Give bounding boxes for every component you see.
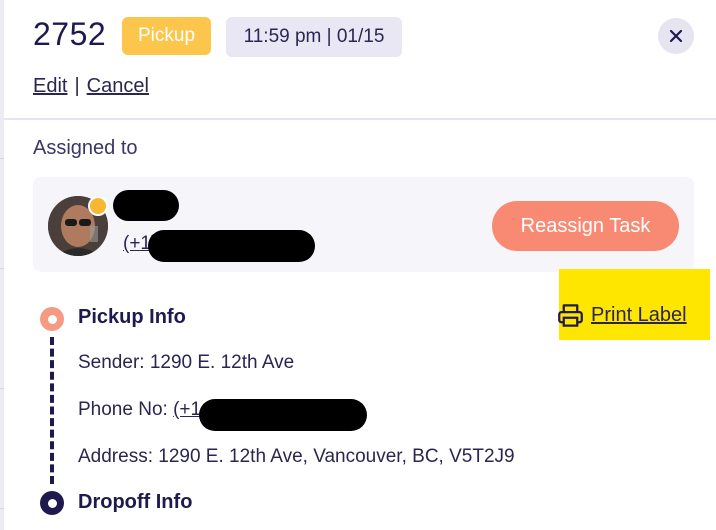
address-line: Address: 1290 E. 12th Ave, Vancouver, BC… [78,446,515,468]
task-actions: Edit | Cancel [33,75,149,98]
reassign-task-button[interactable]: Reassign Task [492,201,679,251]
action-separator: | [74,75,80,97]
phone-label: Phone No: [78,399,174,420]
timeline-connector [50,337,54,484]
pickup-info-title: Pickup Info [78,306,186,328]
address-label: Address: [78,446,159,467]
redacted-assignee-name [113,190,179,221]
cancel-link[interactable]: Cancel [87,75,149,97]
close-icon [669,29,683,43]
dropoff-info-title: Dropoff Info [78,491,193,513]
left-panel-edge [0,0,4,530]
pickup-timeline-dot [40,307,64,331]
task-type-badge: Pickup [122,17,211,55]
assigned-to-label: Assigned to [33,137,138,159]
redacted-assignee-phone [148,230,315,262]
order-id: 2752 [33,16,107,52]
header-divider [4,118,716,120]
print-label-link[interactable]: Print Label [557,302,687,329]
phone-line: Phone No: (+1 [78,399,201,421]
print-label-text: Print Label [591,304,687,326]
sender-line: Sender: 1290 E. 12th Ave [78,352,294,374]
close-button[interactable] [658,18,694,54]
address-value: 1290 E. 12th Ave, Vancouver, BC, V5T2J9 [158,446,515,467]
printer-icon [558,304,583,327]
sender-value: 1290 E. 12th Ave [149,352,295,373]
sender-label: Sender: [78,352,150,373]
dropoff-timeline-dot [40,491,64,515]
sender-phone-prefix[interactable]: (+1 [173,399,201,420]
edit-link[interactable]: Edit [33,75,67,97]
status-dot [88,196,108,216]
redacted-sender-phone [199,399,367,431]
assignee-card: (+1) Reassign Task [33,177,694,272]
time-date-badge: 11:59 pm | 01/15 [226,17,402,57]
